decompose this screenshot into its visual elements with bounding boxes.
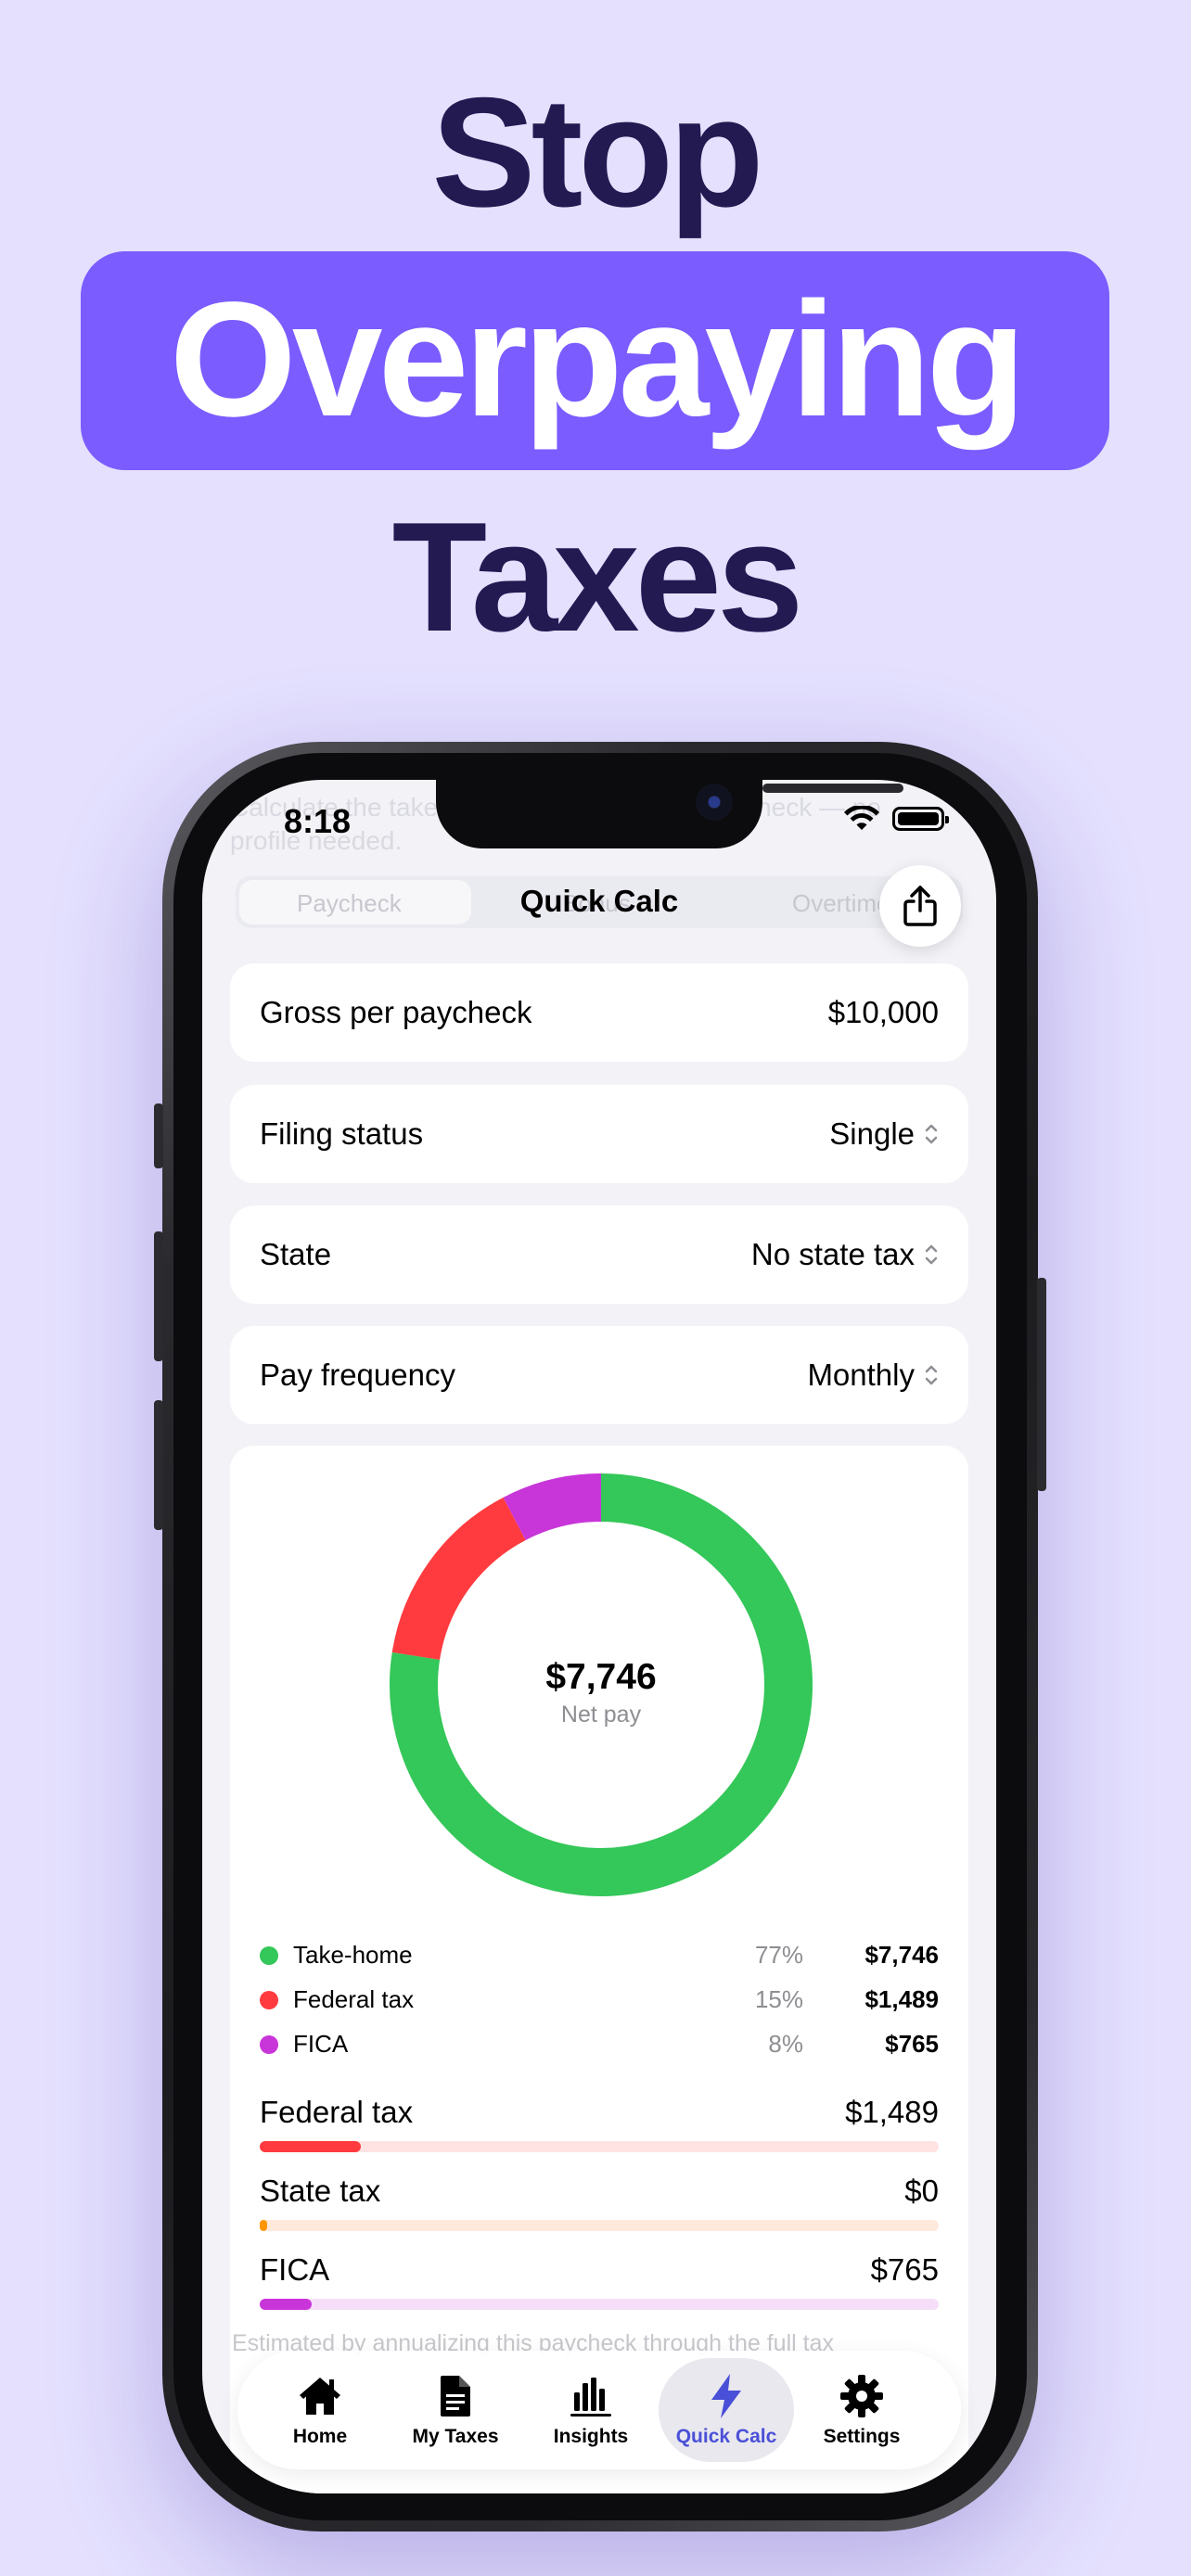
tab-bar: Home My Taxes Insights Quick Calc Settin… (237, 2351, 961, 2469)
legend-dot (260, 1946, 278, 1965)
row-label: Pay frequency (260, 1358, 455, 1392)
legend-amount: $765 (885, 2030, 939, 2058)
front-camera (696, 784, 733, 821)
gross-value[interactable]: $10,000 (828, 995, 939, 1030)
bar-chart-icon (570, 2378, 611, 2417)
speaker-grille (762, 784, 903, 793)
legend-dot (260, 2035, 278, 2054)
tab-quick-calc[interactable]: Quick Calc (659, 2358, 794, 2462)
net-pay-value: $7,746 (545, 1657, 657, 1697)
tab-insights[interactable]: Insights (523, 2358, 659, 2462)
legend-name: FICA (293, 2030, 349, 2058)
filing-status-picker[interactable]: Single (829, 1116, 939, 1152)
notch (436, 780, 903, 848)
breakdown-track (260, 2220, 939, 2231)
gear-icon (840, 2375, 883, 2417)
breakdown-fill (260, 2299, 312, 2310)
row-label: State (260, 1237, 332, 1271)
donut-slice-federal-tax (391, 1497, 527, 1661)
legend-dot (260, 1991, 278, 2009)
breakdown-fill (260, 2220, 267, 2231)
share-button[interactable] (879, 865, 961, 947)
gross-per-paycheck-row[interactable]: Gross per paycheck $10,000 (230, 963, 968, 1062)
legend-fica: FICA 8% $765 (260, 2026, 939, 2063)
donut-slice-fica (503, 1473, 602, 1541)
legend-name: Take-home (293, 1941, 413, 1969)
chevron-up-down-icon (925, 1124, 938, 1144)
breakdown-label: Federal tax (260, 2095, 414, 2129)
share-icon (903, 886, 937, 926)
breakdown-label: FICA (260, 2252, 330, 2287)
tab-settings[interactable]: Settings (794, 2358, 929, 2462)
legend-percent: 77% (754, 1941, 803, 1969)
status-time: 8:18 (284, 802, 352, 840)
status-icons (844, 806, 949, 832)
home-icon (300, 2378, 340, 2415)
legend-name: Federal tax (293, 1985, 415, 2013)
legend-percent: 8% (768, 2030, 803, 2058)
breakdown-amount: $1,489 (845, 2095, 939, 2129)
net-pay-label: Net pay (560, 1702, 642, 1728)
volume-up-button (154, 1231, 163, 1361)
power-button (1037, 1278, 1046, 1491)
phone-screen: Calculate the take-home pay for a single… (202, 780, 996, 2493)
headline-line-1: Stop (431, 65, 763, 239)
breakdown-fill (260, 2141, 362, 2152)
tab-label: Home (292, 2426, 348, 2447)
breakdown-label: State tax (260, 2174, 381, 2208)
battery-icon (892, 807, 949, 831)
breakdown-track (260, 2141, 939, 2152)
breakdown-amount: $765 (870, 2252, 939, 2287)
chevron-up-down-icon (925, 1365, 938, 1385)
pay-frequency-picker[interactable]: Monthly (807, 1358, 939, 1393)
state-row[interactable]: State No state tax (230, 1205, 968, 1304)
legend-amount: $1,489 (864, 1985, 939, 2013)
wifi-icon (844, 806, 879, 830)
mute-switch (154, 1103, 163, 1168)
tab-label: Settings (823, 2426, 901, 2447)
tab-home[interactable]: Home (252, 2358, 388, 2462)
row-label: Gross per paycheck (260, 995, 532, 1029)
breakdown-amount: $0 (904, 2174, 939, 2208)
nav-title: Quick Calc (519, 884, 679, 918)
tab-my-taxes[interactable]: My Taxes (388, 2358, 523, 2462)
tab-label: My Taxes (412, 2426, 499, 2447)
legend-amount: $7,746 (864, 1941, 939, 1969)
state-picker[interactable]: No state tax (751, 1237, 939, 1272)
headline-line-3: Taxes (391, 490, 804, 664)
headline-line-2: Overpaying (169, 269, 1026, 451)
row-label: Filing status (260, 1116, 424, 1151)
breakdown-track (260, 2299, 939, 2310)
filing-status-row[interactable]: Filing status Single (230, 1085, 968, 1183)
tab-label: Quick Calc (675, 2426, 777, 2447)
volume-down-button (154, 1400, 163, 1530)
legend-federal-tax: Federal tax 15% $1,489 (260, 1982, 939, 2019)
legend-take-home: Take-home 77% $7,746 (260, 1937, 939, 1974)
pay-frequency-row[interactable]: Pay frequency Monthly (230, 1326, 968, 1424)
tab-label: Insights (553, 2426, 629, 2447)
legend-percent: 15% (754, 1985, 803, 2013)
bolt-icon (711, 2374, 741, 2418)
document-icon (441, 2376, 470, 2417)
chevron-up-down-icon (925, 1244, 938, 1265)
